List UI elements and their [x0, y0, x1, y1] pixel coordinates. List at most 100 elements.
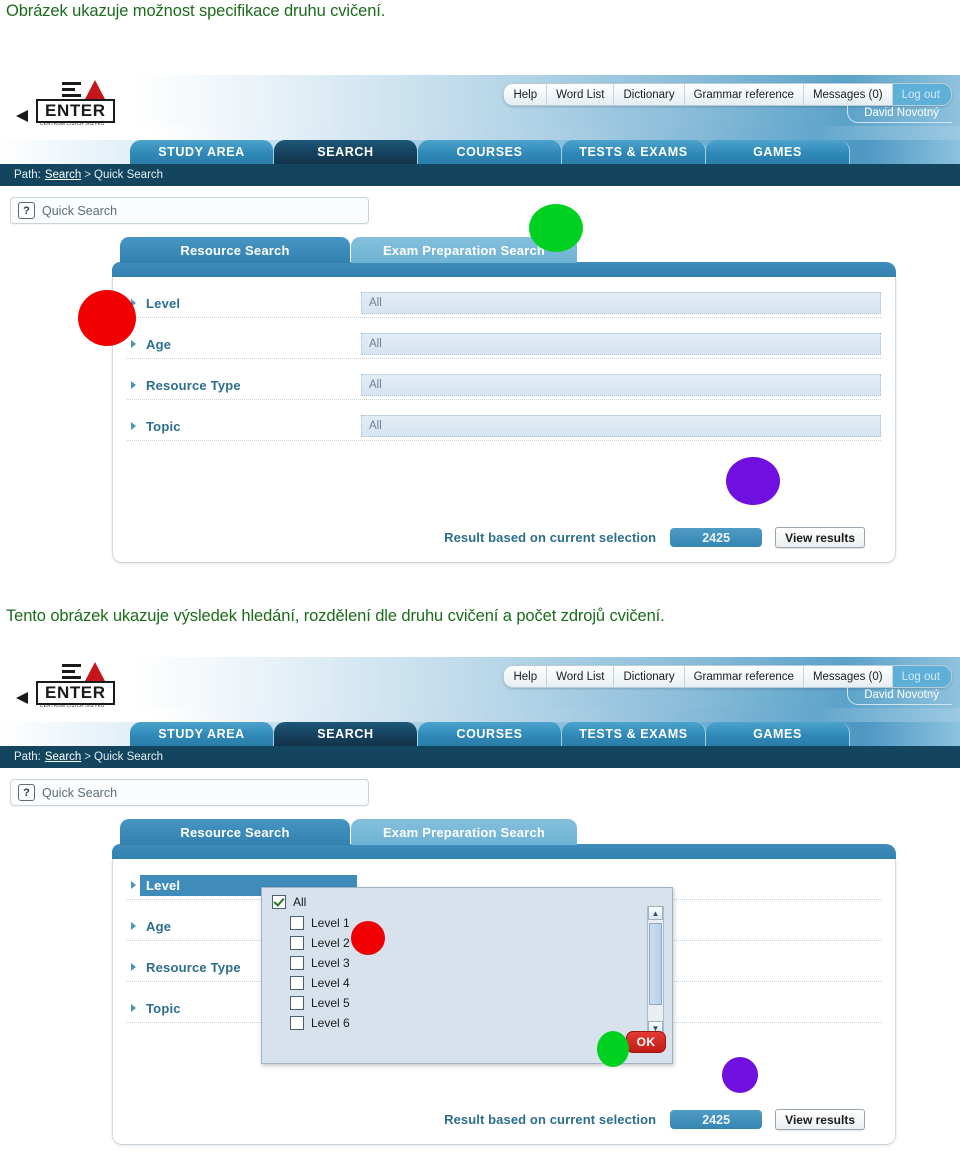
quick-search-label: Quick Search	[42, 785, 118, 800]
scroll-up-arrow-icon[interactable]: ▲	[648, 906, 663, 920]
panel-tab-resource-search[interactable]: Resource Search	[120, 237, 350, 263]
question-mark-icon[interactable]: ?	[18, 784, 35, 801]
topnav-log-out[interactable]: Log out	[892, 666, 951, 687]
scrollbar-thumb[interactable]	[649, 923, 662, 1005]
breadcrumb-link-search[interactable]: Search	[45, 169, 81, 181]
menu-tab-courses[interactable]: COURSES	[418, 140, 562, 164]
dropdown-option-label: Level 1	[311, 916, 350, 930]
criteria-row-resource-type[interactable]: Resource Type All	[127, 371, 881, 400]
caption-first: Obrázek ukazuje možnost specifikace druh…	[6, 2, 386, 20]
checkbox-icon[interactable]	[290, 1016, 304, 1030]
panel-tab-strip: Resource Search Exam Preparation Search	[112, 817, 896, 845]
quick-search-label: Quick Search	[42, 203, 118, 218]
dropdown-option-level-3[interactable]: Level 3	[290, 953, 672, 973]
menu-tab-study-area[interactable]: STUDY AREA	[130, 140, 274, 164]
expand-arrow-icon[interactable]	[131, 963, 136, 971]
expand-arrow-icon[interactable]	[131, 381, 136, 389]
dropdown-option-label: Level 6	[311, 1016, 350, 1030]
expand-arrow-icon[interactable]	[131, 922, 136, 930]
quick-search-box[interactable]: ? Quick Search	[10, 779, 369, 806]
annotation-blob-green	[597, 1031, 629, 1067]
criteria-value-resource-type[interactable]: All	[361, 374, 881, 396]
expand-arrow-icon[interactable]	[131, 1004, 136, 1012]
dropdown-option-level-6[interactable]: Level 6	[290, 1013, 672, 1033]
criteria-row-level[interactable]: Level All	[127, 289, 881, 318]
menu-tab-games[interactable]: GAMES	[706, 140, 850, 164]
dropdown-option-level-4[interactable]: Level 4	[290, 973, 672, 993]
result-footer: Result based on current selection 2425 V…	[113, 1095, 895, 1144]
panel-top-bar	[112, 262, 896, 277]
logo-bars-icon	[62, 82, 81, 100]
panel-body: Level All Age All Resource Type All Topi…	[112, 859, 896, 1145]
topnav-help[interactable]: Help	[504, 84, 548, 105]
dropdown-option-level-2[interactable]: Level 2	[290, 933, 672, 953]
panel-tab-resource-search[interactable]: Resource Search	[120, 819, 350, 845]
breadcrumb-separator: >	[84, 751, 92, 763]
result-label: Result based on current selection	[444, 530, 657, 545]
checkbox-all-icon[interactable]	[272, 895, 286, 909]
search-panel: Resource Search Exam Preparation Search …	[112, 817, 896, 1145]
menu-tab-games[interactable]: GAMES	[706, 722, 850, 746]
menu-tab-tests-exams[interactable]: TESTS & EXAMS	[562, 722, 706, 746]
view-results-button[interactable]: View results	[775, 1109, 865, 1130]
expand-arrow-icon[interactable]	[131, 422, 136, 430]
logo-subtitle: CENTRUM CIZÍCH JAZYKŮ	[40, 703, 105, 708]
panel-tab-strip: Resource Search Exam Preparation Search	[112, 235, 896, 263]
quick-search-box[interactable]: ? Quick Search	[10, 197, 369, 224]
screenshot-first: ENTER CENTRUM CIZÍCH JAZYKŮ www.iENTER.c…	[0, 75, 960, 570]
dropdown-option-level-1[interactable]: Level 1	[290, 913, 672, 933]
logo-url: www.iENTER.cz	[36, 127, 106, 137]
checkbox-icon[interactable]	[290, 916, 304, 930]
panel-tab-exam-preparation-search[interactable]: Exam Preparation Search	[351, 819, 577, 845]
topnav-messages[interactable]: Messages (0)	[803, 84, 893, 105]
logo-arrow-icon	[16, 110, 28, 122]
logo-url: www.iENTER.cz	[36, 709, 106, 719]
topnav-dictionary[interactable]: Dictionary	[614, 84, 685, 105]
dropdown-option-level-5[interactable]: Level 5	[290, 993, 672, 1013]
criteria-row-age[interactable]: Age All	[127, 330, 881, 359]
dropdown-scrollbar[interactable]: ▲ ▼	[647, 906, 664, 1035]
topnav-grammar-reference[interactable]: Grammar reference	[684, 666, 804, 687]
checkbox-icon[interactable]	[290, 996, 304, 1010]
breadcrumb-link-search[interactable]: Search	[45, 751, 81, 763]
topnav-help[interactable]: Help	[504, 666, 548, 687]
question-mark-icon[interactable]: ?	[18, 202, 35, 219]
dropdown-ok-button[interactable]: OK	[626, 1031, 666, 1053]
menu-tab-search[interactable]: SEARCH	[274, 140, 418, 164]
topnav-dictionary[interactable]: Dictionary	[614, 666, 685, 687]
site-header: ENTER CENTRUM CIZÍCH JAZYKŮ www.iENTER.c…	[0, 657, 960, 722]
criteria-row-topic[interactable]: Topic All	[127, 412, 881, 441]
main-menu-bar: STUDY AREA SEARCH COURSES TESTS & EXAMS …	[0, 140, 960, 164]
enter-logo: ENTER CENTRUM CIZÍCH JAZYKŮ www.iENTER.c…	[14, 662, 134, 724]
expand-arrow-icon[interactable]	[131, 881, 136, 889]
topnav-grammar-reference[interactable]: Grammar reference	[684, 84, 804, 105]
checkbox-icon[interactable]	[290, 956, 304, 970]
result-count-badge: 2425	[670, 1110, 763, 1129]
topnav-messages[interactable]: Messages (0)	[803, 666, 893, 687]
dropdown-option-label: Level 2	[311, 936, 350, 950]
menu-tab-search[interactable]: SEARCH	[274, 722, 418, 746]
logo-triangle-icon	[84, 662, 106, 683]
criteria-value-age[interactable]: All	[361, 333, 881, 355]
dropdown-option-all-label: All	[293, 895, 307, 909]
criteria-value-topic[interactable]: All	[361, 415, 881, 437]
topnav-word-list[interactable]: Word List	[547, 84, 615, 105]
checkbox-icon[interactable]	[290, 936, 304, 950]
logo-wordmark: ENTER	[36, 681, 115, 705]
dropdown-option-all[interactable]: All	[262, 888, 672, 913]
menu-tab-study-area[interactable]: STUDY AREA	[130, 722, 274, 746]
expand-arrow-icon[interactable]	[131, 340, 136, 348]
menu-tab-tests-exams[interactable]: TESTS & EXAMS	[562, 140, 706, 164]
criteria-label-level: Level	[146, 295, 181, 311]
menu-tab-courses[interactable]: COURSES	[418, 722, 562, 746]
topnav-log-out[interactable]: Log out	[892, 84, 951, 105]
logo-wordmark: ENTER	[36, 99, 115, 123]
breadcrumb-separator: >	[84, 169, 92, 181]
view-results-button[interactable]: View results	[775, 527, 865, 548]
dropdown-option-label: Level 5	[311, 996, 350, 1010]
breadcrumb: Path: Search > Quick Search	[0, 164, 960, 186]
checkbox-icon[interactable]	[290, 976, 304, 990]
topnav-word-list[interactable]: Word List	[547, 666, 615, 687]
breadcrumb-prefix: Path:	[14, 169, 41, 181]
criteria-value-level[interactable]: All	[361, 292, 881, 314]
